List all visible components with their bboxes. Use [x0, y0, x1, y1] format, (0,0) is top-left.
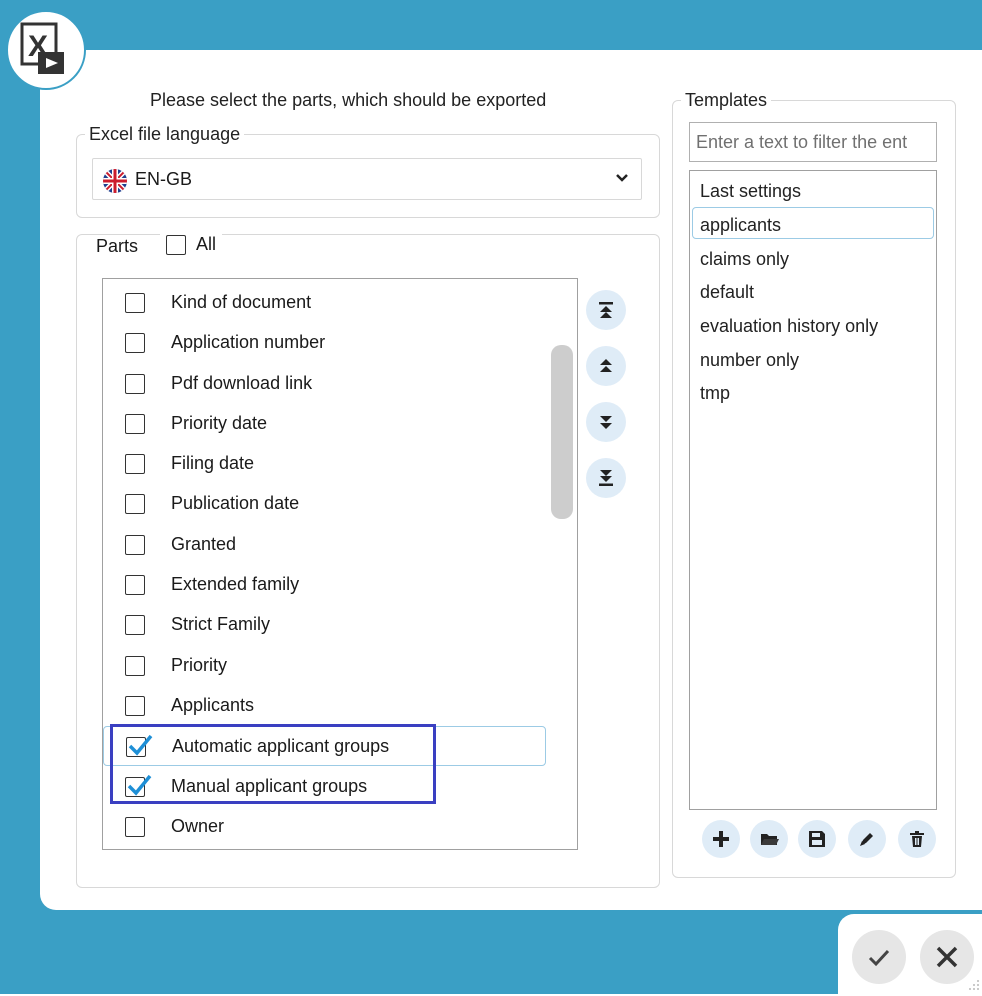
part-checkbox[interactable] [125, 414, 145, 434]
part-checkbox[interactable] [125, 817, 145, 837]
ok-button[interactable] [852, 930, 906, 984]
part-label: Applicants [171, 695, 255, 715]
delete-icon [910, 831, 924, 847]
list-item[interactable]: Applicants [103, 686, 549, 726]
uk-flag-icon [103, 169, 127, 193]
list-item[interactable]: Priority [103, 646, 549, 686]
language-value: EN-GB [135, 169, 193, 189]
move-to-top-icon [599, 302, 613, 318]
list-item[interactable]: Owner [103, 807, 549, 847]
edit-template-button[interactable] [848, 820, 886, 858]
checkmark-icon [128, 734, 153, 756]
select-all-checkbox[interactable] [166, 234, 186, 255]
part-checkbox[interactable] [125, 575, 145, 595]
template-item[interactable]: Last settings [700, 181, 801, 202]
part-checkbox-checked[interactable] [126, 734, 153, 757]
part-checkbox[interactable] [125, 615, 145, 635]
part-checkbox-checked[interactable] [125, 774, 152, 797]
move-down-button[interactable] [586, 402, 626, 442]
parts-list[interactable]: Kind of document Application number Pdf … [102, 278, 578, 850]
add-template-button[interactable] [702, 820, 740, 858]
part-label: Granted [171, 534, 237, 554]
list-item[interactable]: Kind of document [103, 283, 549, 323]
save-template-button[interactable] [798, 820, 836, 858]
save-icon [809, 831, 825, 847]
move-to-bottom-button[interactable] [586, 458, 626, 498]
parts-legend: Parts [92, 236, 143, 257]
part-checkbox[interactable] [125, 494, 145, 514]
move-down-icon [600, 416, 612, 429]
open-template-button[interactable] [750, 820, 788, 858]
part-label: Strict Family [171, 614, 270, 634]
part-label: Owner [171, 816, 225, 836]
language-dropdown[interactable]: EN-GB [92, 158, 642, 200]
move-up-button[interactable] [586, 346, 626, 386]
scrollbar-thumb[interactable] [551, 345, 573, 519]
list-item[interactable]: Manual applicant groups [103, 767, 549, 807]
open-folder-icon [761, 834, 779, 845]
select-all-label: All [196, 234, 217, 254]
move-to-top-button[interactable] [586, 290, 626, 330]
list-item[interactable]: Granted [103, 525, 549, 565]
list-item-selected[interactable]: Automatic applicant groups [103, 726, 546, 766]
excel-export-icon: X [6, 10, 86, 90]
list-item[interactable]: Extended family [103, 565, 549, 605]
move-to-bottom-icon [599, 470, 613, 486]
part-label: Filing date [171, 453, 255, 473]
part-checkbox[interactable] [125, 535, 145, 555]
template-item-selected[interactable]: applicants [700, 215, 781, 236]
edit-icon [860, 833, 873, 846]
template-item[interactable]: number only [700, 350, 799, 371]
template-item[interactable]: default [700, 282, 754, 303]
resize-grip-icon[interactable] [968, 978, 980, 990]
list-item[interactable]: Filing date [103, 444, 549, 484]
template-item[interactable]: tmp [700, 383, 730, 404]
part-checkbox[interactable] [125, 454, 145, 474]
part-label: Manual applicant groups [171, 776, 368, 796]
delete-template-button[interactable] [898, 820, 936, 858]
part-checkbox[interactable] [125, 333, 145, 353]
checkmark-icon [127, 774, 152, 796]
list-item[interactable]: Pdf download link [103, 364, 549, 404]
list-item[interactable]: Priority date [103, 404, 549, 444]
part-label: Priority date [171, 413, 268, 433]
template-filter-input[interactable]: Enter a text to filter the ent [689, 122, 937, 162]
template-item[interactable]: evaluation history only [700, 316, 878, 337]
part-checkbox[interactable] [125, 293, 145, 313]
template-item[interactable]: claims only [700, 249, 789, 270]
part-label: Application number [171, 332, 326, 352]
part-checkbox[interactable] [125, 696, 145, 716]
list-item[interactable]: Publication date [103, 484, 549, 524]
part-label: Extended family [171, 574, 300, 594]
cancel-button[interactable] [920, 930, 974, 984]
templates-legend: Templates [685, 90, 768, 110]
add-icon [713, 831, 729, 847]
parts-all-toggle[interactable]: All [160, 234, 223, 255]
list-item[interactable]: Strict Family [103, 605, 549, 645]
close-icon [936, 946, 958, 968]
instruction-text: Please select the parts, which should be… [150, 90, 547, 110]
part-checkbox[interactable] [125, 374, 145, 394]
part-checkbox[interactable] [125, 656, 145, 676]
language-legend: Excel file language [89, 124, 241, 144]
chevron-down-icon [615, 171, 629, 190]
part-label: Automatic applicant groups [172, 736, 390, 756]
checkmark-icon [868, 949, 890, 967]
part-label: Kind of document [171, 292, 312, 312]
part-label: Priority [171, 655, 228, 675]
list-item[interactable]: Application number [103, 323, 549, 363]
part-label: Pdf download link [171, 373, 313, 393]
part-label: Publication date [171, 493, 300, 513]
move-up-icon [600, 359, 612, 372]
templates-list[interactable]: Last settings applicants claims only def… [689, 170, 937, 810]
